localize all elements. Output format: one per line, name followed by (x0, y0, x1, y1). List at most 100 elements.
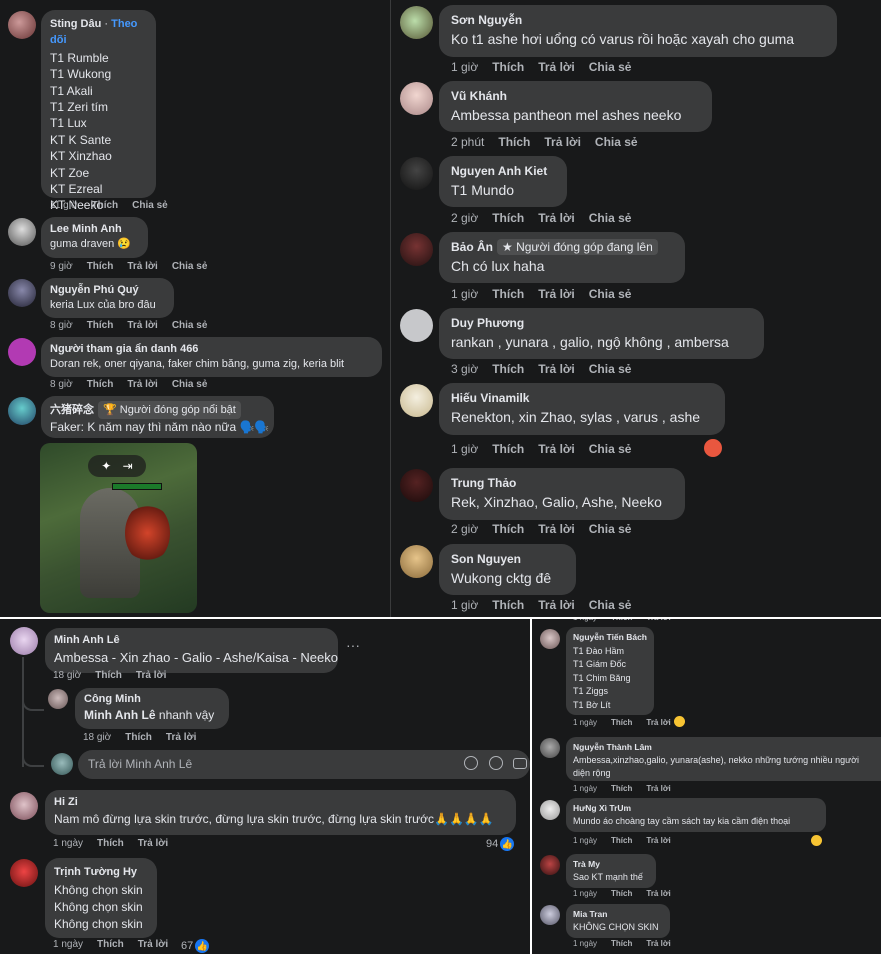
avatar[interactable] (10, 859, 38, 887)
like-button[interactable]: Thích (492, 522, 524, 536)
like-button[interactable]: Thích (95, 670, 122, 681)
comment-author[interactable]: HưNg Xì TrUm (573, 802, 819, 815)
like-button[interactable]: Thích (492, 362, 524, 376)
timestamp[interactable]: 1 giờ (451, 442, 478, 456)
timestamp[interactable]: 8 giờ (50, 320, 73, 331)
timestamp[interactable]: 1 ngày (573, 718, 597, 727)
avatar[interactable] (400, 233, 433, 266)
reply-button[interactable]: Trả lời (538, 362, 575, 376)
avatar[interactable] (8, 279, 36, 307)
share-button[interactable]: Chia sẻ (589, 598, 632, 612)
reply-button[interactable]: Trả lời (646, 784, 670, 793)
avatar[interactable] (540, 905, 560, 925)
reply-button[interactable]: Trả lời (646, 836, 670, 845)
like-button[interactable]: Thích (611, 718, 632, 727)
share-image-icon[interactable]: ⇥ (123, 459, 133, 473)
angry-reaction-icon[interactable] (704, 439, 722, 457)
reply-button[interactable]: Trả lời (538, 522, 575, 536)
attached-game-screenshot[interactable]: ✦ ⇥ (40, 443, 197, 613)
comment-author[interactable]: Trịnh Tường Hy (54, 864, 148, 881)
avatar[interactable] (540, 855, 560, 875)
avatar[interactable] (8, 397, 36, 425)
author-name[interactable]: Bảo Ân (451, 240, 493, 254)
share-button[interactable]: Chia sẻ (589, 362, 632, 376)
comment-author[interactable]: Trà My (573, 858, 649, 871)
timestamp[interactable]: 1 ngày (573, 939, 597, 948)
avatar[interactable] (8, 11, 36, 39)
comment-author[interactable]: Minh Anh Lê (54, 634, 329, 646)
comment-author[interactable]: Sting Dâu (50, 18, 101, 30)
timestamp[interactable]: 1 ngày (53, 838, 83, 849)
like-button[interactable]: Thích (97, 838, 124, 849)
like-button[interactable]: Thích (87, 320, 114, 331)
avatar[interactable] (540, 800, 560, 820)
comment-author[interactable]: Nguyen Anh Kiet (451, 164, 555, 178)
more-options-icon[interactable]: ··· (346, 637, 360, 653)
timestamp[interactable]: 1 ngày (573, 889, 597, 898)
share-button[interactable]: Chia sẻ (172, 261, 208, 272)
like-button[interactable]: Thích (492, 211, 524, 225)
share-button[interactable]: Chia sẻ (589, 442, 632, 456)
timestamp[interactable]: 18 giờ (53, 670, 81, 681)
comment-author[interactable]: Hiếu Vinamilk (451, 391, 713, 405)
like-button[interactable]: Thích (492, 287, 524, 301)
avatar[interactable] (400, 545, 433, 578)
avatar[interactable] (400, 6, 433, 39)
timestamp[interactable]: 2 giờ (451, 522, 478, 536)
avatar[interactable] (400, 157, 433, 190)
comment-author[interactable]: Duy Phương (451, 316, 752, 330)
comment-author[interactable]: Mia Tran (573, 908, 663, 921)
camera-icon[interactable] (513, 758, 527, 769)
share-button[interactable]: Chia sẻ (132, 200, 168, 211)
like-button[interactable]: Thích (492, 60, 524, 74)
avatar-sticker-icon[interactable] (464, 756, 478, 770)
comment-author[interactable]: Son Nguyen (451, 552, 564, 566)
share-button[interactable]: Chia sẻ (589, 522, 632, 536)
like-button[interactable]: Thích (125, 732, 152, 743)
comment-author[interactable]: Người tham gia ẩn danh 466 (50, 342, 373, 357)
like-button[interactable]: Thích (611, 889, 632, 898)
timestamp[interactable]: 1 giờ (451, 598, 478, 612)
share-button[interactable]: Chia sẻ (595, 135, 638, 149)
timestamp[interactable]: 1 giờ (451, 287, 478, 301)
timestamp[interactable]: 8 giờ (50, 379, 73, 390)
avatar[interactable] (8, 218, 36, 246)
share-button[interactable]: Chia sẻ (172, 320, 208, 331)
reaction-count[interactable]: 94 👍 (486, 837, 515, 851)
reply-button[interactable]: Trả lời (127, 379, 157, 390)
avatar[interactable] (48, 689, 68, 709)
like-button[interactable]: Thích (492, 598, 524, 612)
comment-author[interactable]: Nguyễn Phú Quý (50, 283, 165, 298)
reply-button[interactable]: Trả lời (538, 60, 575, 74)
comment-author[interactable]: Lee Minh Anh (50, 222, 139, 237)
like-button[interactable]: Thích (87, 261, 114, 272)
avatar[interactable] (400, 384, 433, 417)
like-button[interactable]: Thích (611, 939, 632, 948)
timestamp[interactable]: 3 giờ (451, 362, 478, 376)
avatar[interactable] (400, 469, 433, 502)
share-button[interactable]: Chia sẻ (589, 287, 632, 301)
anonymous-avatar[interactable] (8, 338, 36, 366)
avatar[interactable] (400, 82, 433, 115)
reaction-count[interactable]: 67 👍 (181, 939, 210, 953)
timestamp[interactable]: 9 giờ (50, 261, 73, 272)
reply-button[interactable]: Trả lời (646, 939, 670, 948)
mention-link[interactable]: Minh Anh Lê (84, 708, 156, 722)
reply-button[interactable]: Trả lời (138, 939, 168, 950)
avatar[interactable] (10, 627, 38, 655)
like-button[interactable]: Thích (87, 379, 114, 390)
comment-author[interactable]: Sơn Nguyễn (451, 13, 825, 27)
sparkle-icon[interactable]: ✦ (101, 459, 111, 473)
like-button[interactable]: Thích (92, 200, 119, 211)
default-avatar[interactable] (400, 309, 433, 342)
comment-author[interactable]: Trung Thảo (451, 476, 673, 490)
avatar[interactable] (540, 629, 560, 649)
author-name[interactable]: 六猪碎念 (50, 404, 94, 416)
comment-author[interactable]: Vũ Khánh (451, 89, 700, 103)
haha-reaction-icon[interactable] (811, 835, 822, 846)
reply-button[interactable]: Trả lời (646, 718, 670, 727)
reply-button[interactable]: Trả lời (127, 320, 157, 331)
reply-button[interactable]: Trả lời (646, 619, 670, 622)
share-button[interactable]: Chia sẻ (589, 60, 632, 74)
like-button[interactable]: Thích (97, 939, 124, 950)
